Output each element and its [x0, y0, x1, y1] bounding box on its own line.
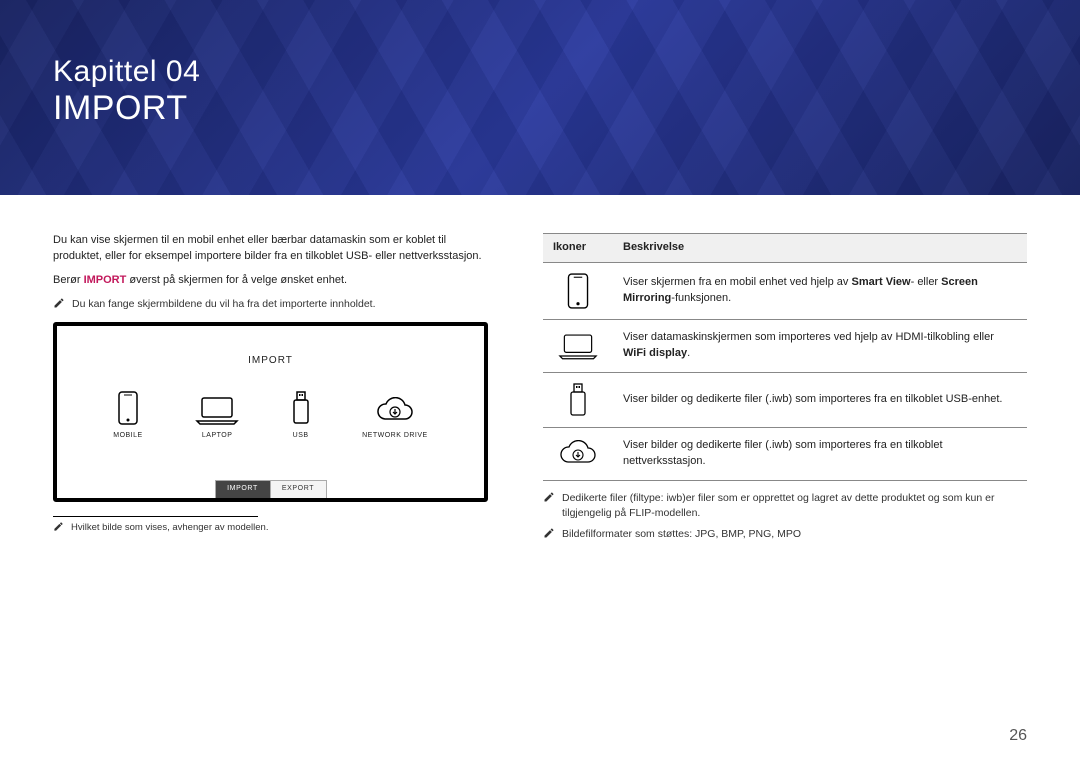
- instruction-text: Berør IMPORT øverst på skjermen for å ve…: [53, 273, 488, 289]
- row-bold: Smart View: [851, 276, 910, 288]
- figcaption-text: Hvilket bilde som vises, avhenger av mod…: [71, 521, 268, 535]
- icons-table: Ikoner Beskrivelse Viser skjermen fra en…: [543, 233, 1027, 481]
- page-number: 26: [1009, 727, 1027, 745]
- mobile-icon: [553, 273, 603, 309]
- device-network-label: NETWORK DRIVE: [362, 431, 428, 441]
- import-figure-title: IMPORT: [57, 326, 484, 369]
- row-desc: Viser skjermen fra en mobil enhet ved hj…: [613, 262, 1027, 319]
- row-bold: WiFi display: [623, 347, 687, 359]
- instruction-bold: IMPORT: [84, 274, 127, 286]
- usb-icon: [553, 383, 603, 417]
- row-text: Viser bilder og dedikerte filer (.iwb) s…: [623, 439, 943, 467]
- row-desc: Viser datamaskinskjermen som importeres …: [613, 319, 1027, 372]
- cloud-download-icon: [553, 440, 603, 468]
- row-text: Viser skjermen fra en mobil enhet ved hj…: [623, 276, 851, 288]
- device-laptop-label: LAPTOP: [195, 431, 239, 441]
- figcaption: Hvilket bilde som vises, avhenger av mod…: [53, 521, 488, 535]
- pencil-icon: [53, 297, 65, 312]
- chapter-name: IMPORT: [53, 89, 200, 128]
- device-usb: USB: [292, 387, 310, 441]
- cloud-download-icon: [376, 397, 414, 425]
- import-figure: IMPORT MOBILE LAPTOP: [53, 322, 488, 502]
- note-capture-text: Du kan fange skjermbildene du vil ha fra…: [72, 297, 376, 312]
- pencil-icon: [543, 527, 555, 542]
- row-desc: Viser bilder og dedikerte filer (.iwb) s…: [613, 427, 1027, 480]
- instruction-pre: Berør: [53, 274, 84, 286]
- note-capture: Du kan fange skjermbildene du vil ha fra…: [53, 297, 488, 312]
- table-row: Viser skjermen fra en mobil enhet ved hj…: [543, 262, 1027, 319]
- table-row: Viser bilder og dedikerte filer (.iwb) s…: [543, 372, 1027, 427]
- th-desc: Beskrivelse: [613, 234, 1027, 263]
- row-text: - eller: [911, 276, 942, 288]
- device-usb-label: USB: [292, 431, 310, 441]
- row-text: .: [687, 347, 690, 359]
- chapter-header: Kapittel 04 IMPORT: [0, 0, 1080, 195]
- laptop-icon: [553, 332, 603, 360]
- pencil-icon: [543, 491, 555, 521]
- note-formats: Bildefilformater som støttes: JPG, BMP, …: [543, 527, 1027, 542]
- figcaption-rule: [53, 516, 258, 517]
- table-row: Viser datamaskinskjermen som importeres …: [543, 319, 1027, 372]
- th-icons: Ikoner: [543, 234, 613, 263]
- row-text: Viser datamaskinskjermen som importeres …: [623, 331, 994, 343]
- intro-text: Du kan vise skjermen til en mobil enhet …: [53, 233, 488, 265]
- tab-export: EXPORT: [271, 480, 327, 498]
- usb-icon: [292, 391, 310, 425]
- row-desc: Viser bilder og dedikerte filer (.iwb) s…: [613, 372, 1027, 427]
- chapter-label: Kapittel 04: [53, 55, 200, 89]
- device-laptop: LAPTOP: [195, 387, 239, 441]
- note-iwb-text: Dedikerte filer (filtype: iwb)er filer s…: [562, 491, 1027, 521]
- instruction-post: øverst på skjermen for å velge ønsket en…: [126, 274, 347, 286]
- row-text: -funksjonen.: [671, 292, 731, 304]
- row-text: Viser bilder og dedikerte filer (.iwb) s…: [623, 393, 1002, 405]
- device-mobile-label: MOBILE: [113, 431, 142, 441]
- pencil-icon: [53, 521, 64, 535]
- device-network: NETWORK DRIVE: [362, 387, 428, 441]
- device-mobile: MOBILE: [113, 387, 142, 441]
- mobile-icon: [118, 391, 138, 425]
- table-row: Viser bilder og dedikerte filer (.iwb) s…: [543, 427, 1027, 480]
- laptop-icon: [195, 395, 239, 425]
- note-formats-text: Bildefilformater som støttes: JPG, BMP, …: [562, 527, 801, 542]
- note-iwb: Dedikerte filer (filtype: iwb)er filer s…: [543, 491, 1027, 521]
- tab-import: IMPORT: [215, 480, 271, 498]
